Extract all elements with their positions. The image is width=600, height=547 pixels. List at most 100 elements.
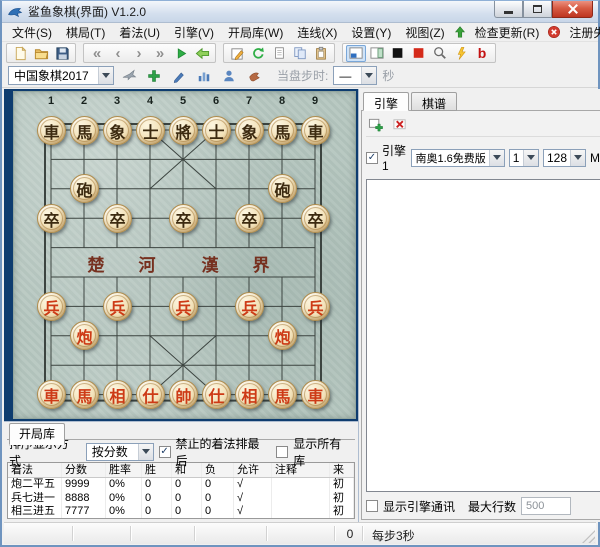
bold-b-button[interactable]: b [472,45,492,62]
red-piece-仕[interactable]: 仕 [202,380,231,409]
first-move-button[interactable]: « [87,45,107,62]
black-piece-卒[interactable]: 卒 [37,204,66,233]
engine-output-list[interactable] [366,179,600,492]
black-piece-卒[interactable]: 卒 [169,204,198,233]
red-piece-馬[interactable]: 馬 [70,380,99,409]
menu-item-check-update[interactable]: 检查更新(R) [468,22,547,43]
last-move-button[interactable]: » [150,45,170,62]
red-piece-兵[interactable]: 兵 [301,292,330,321]
menu-item[interactable]: 视图(Z) [398,22,451,43]
table-row[interactable]: 兵七进一88880%000√初 [8,492,354,506]
forbidden-last-checkbox[interactable]: ✓ [159,446,171,458]
refresh-button[interactable] [248,45,268,62]
copy-all-button[interactable] [290,45,310,62]
menu-item[interactable]: 设置(Y) [344,22,398,43]
next-move-button[interactable]: › [129,45,149,62]
zoom-button[interactable] [430,45,450,62]
tab-engine[interactable]: 引擎 [363,92,409,111]
red-piece-帥[interactable]: 帥 [169,380,198,409]
play-button[interactable] [171,45,191,62]
add-button[interactable] [144,67,164,84]
toggle-side-panel-button[interactable] [367,45,387,62]
hand-button[interactable] [244,67,264,84]
book-combobox[interactable]: 中国象棋2017 [8,66,114,85]
red-piece-相[interactable]: 相 [235,380,264,409]
maximize-button[interactable] [523,1,552,18]
red-side-button[interactable] [409,45,429,62]
statistics-button[interactable] [194,67,214,84]
menu-item[interactable]: 着法(U) [112,22,167,43]
copy-button[interactable] [269,45,289,62]
black-piece-士[interactable]: 士 [202,116,231,145]
max-lines-input[interactable]: 500 [521,497,571,515]
menu-item-register-failed[interactable]: 注册失败(Q) [562,22,600,43]
minimize-button[interactable] [494,1,523,18]
black-piece-砲[interactable]: 砲 [268,174,297,203]
red-piece-炮[interactable]: 炮 [70,321,99,350]
quick-move-button[interactable] [451,45,471,62]
chevron-down-icon[interactable] [138,444,153,460]
red-piece-相[interactable]: 相 [103,380,132,409]
red-piece-馬[interactable]: 馬 [268,380,297,409]
sort-mode-combobox[interactable]: 按分数 [86,443,154,461]
xiangqi-board[interactable]: 楚 河 漢 界 123456789車馬象士將士象馬車砲砲卒卒卒卒卒兵兵兵兵兵炮炮… [13,91,356,419]
takeback-button[interactable] [192,45,212,62]
toggle-board-panel-button[interactable] [346,45,366,62]
menu-item[interactable]: 文件(S) [5,22,59,43]
black-piece-馬[interactable]: 馬 [70,116,99,145]
prev-move-button[interactable]: ‹ [108,45,128,62]
chevron-down-icon[interactable] [523,150,538,166]
black-piece-卒[interactable]: 卒 [103,204,132,233]
new-file-button[interactable] [10,45,30,62]
menu-item[interactable]: 棋局(T) [59,22,112,43]
resize-grip[interactable] [582,530,595,543]
chevron-down-icon[interactable] [98,67,113,84]
paste-button[interactable] [311,45,331,62]
red-piece-兵[interactable]: 兵 [103,292,132,321]
red-piece-兵[interactable]: 兵 [169,292,198,321]
edit-button[interactable] [169,67,189,84]
red-piece-兵[interactable]: 兵 [235,292,264,321]
black-piece-士[interactable]: 士 [136,116,165,145]
black-piece-卒[interactable]: 卒 [301,204,330,233]
black-piece-馬[interactable]: 馬 [268,116,297,145]
menu-item[interactable]: 连线(X) [290,22,344,43]
black-piece-卒[interactable]: 卒 [235,204,264,233]
player-button[interactable] [219,67,239,84]
black-piece-象[interactable]: 象 [235,116,264,145]
table-row[interactable]: 炮二平五99990%000√初 [8,478,354,492]
remove-engine-button[interactable] [390,116,410,132]
red-piece-兵[interactable]: 兵 [37,292,66,321]
tab-game-record[interactable]: 棋谱 [411,92,457,111]
browse-library-button[interactable] [119,67,139,84]
step-time-combobox[interactable]: — [333,66,377,85]
save-button[interactable] [52,45,72,62]
red-piece-炮[interactable]: 炮 [268,321,297,350]
edit-position-button[interactable] [227,45,247,62]
show-engine-comm-checkbox[interactable] [366,500,378,512]
menu-item[interactable]: 引擎(V) [167,22,221,43]
chevron-down-icon[interactable] [570,150,585,166]
black-piece-車[interactable]: 車 [37,116,66,145]
add-engine-button[interactable] [366,116,386,132]
engine-hash-combobox[interactable]: 128 [543,149,586,167]
red-piece-車[interactable]: 車 [37,380,66,409]
table-row[interactable]: 相三进五77770%000√初 [8,505,354,519]
chevron-down-icon[interactable] [489,150,504,166]
show-all-books-checkbox[interactable] [276,446,288,458]
black-piece-砲[interactable]: 砲 [70,174,99,203]
open-file-button[interactable] [31,45,51,62]
black-piece-將[interactable]: 將 [169,116,198,145]
black-side-button[interactable] [388,45,408,62]
chevron-down-icon[interactable] [361,67,376,84]
tab-opening-library[interactable]: 开局库 [9,423,65,445]
engine-threads-combobox[interactable]: 1 [509,149,539,167]
black-piece-象[interactable]: 象 [103,116,132,145]
menu-item[interactable]: 开局库(W) [221,22,290,43]
black-piece-車[interactable]: 車 [301,116,330,145]
engine1-checkbox[interactable]: ✓ [366,152,378,164]
engine-name-combobox[interactable]: 南奥1.6免费版 [411,149,504,167]
red-piece-仕[interactable]: 仕 [136,380,165,409]
close-button[interactable] [552,1,593,18]
red-piece-車[interactable]: 車 [301,380,330,409]
